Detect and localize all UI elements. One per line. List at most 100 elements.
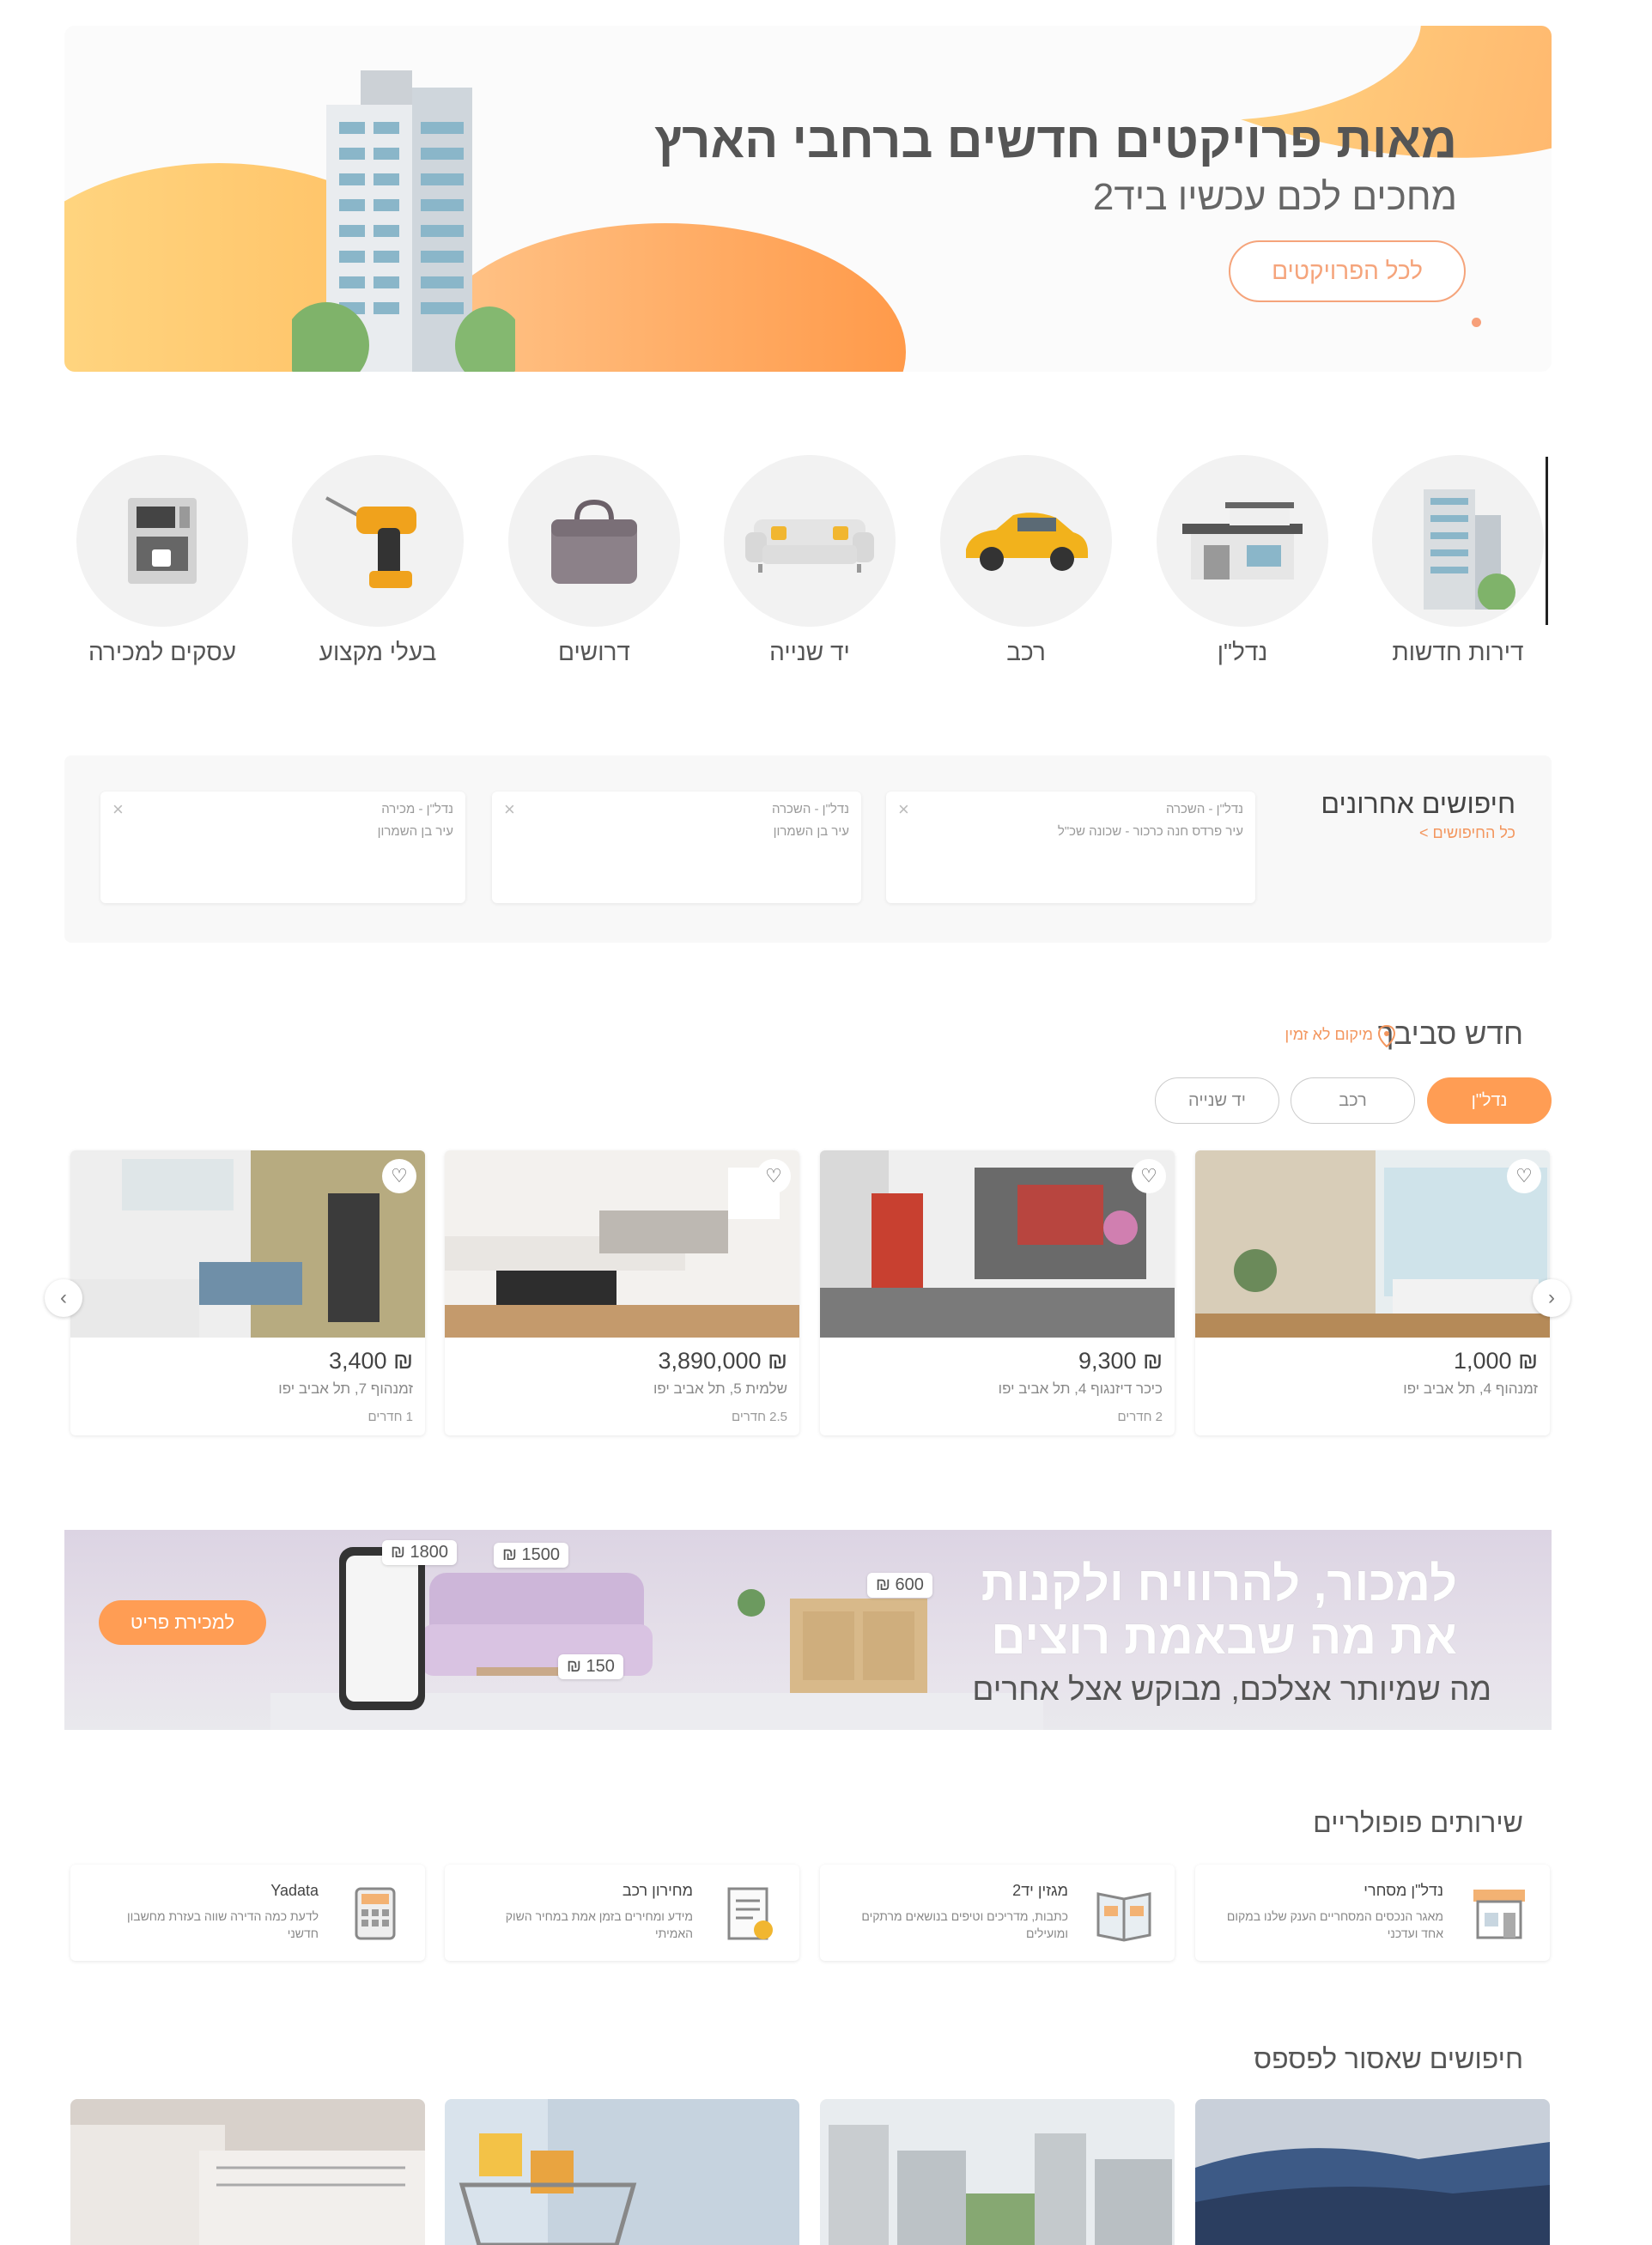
service-description: מידע ומחירים בזמן אמת במחיר השוק האמיתי [505,1909,693,1940]
search-location: עיר בן השמרון [377,824,453,839]
category-label: יד שנייה [769,639,850,665]
carousel-prev-arrow[interactable]: ‹ [45,1279,82,1317]
recent-searches-panel: חיפושים אחרונים כל החיפושים > נדל"ן - הש… [64,755,1552,943]
heart-icon[interactable]: ♡ [1507,1159,1541,1193]
service-card[interactable]: Yadata לדעת כמה הדירה שווה בעזרת מחשבון … [70,1865,425,1961]
service-title: מחירון רכב [622,1882,693,1899]
dont-miss-card[interactable] [445,2099,799,2245]
service-title: נדל"ן מסחרי [1364,1882,1443,1899]
listing-card[interactable]: ♡ ₪ 3,890,000 שלמית 5, תל אביב יפו 2.5 ח… [445,1150,799,1435]
shopping-cart-image [445,2099,799,2245]
category-label: בעלי מקצוע [319,639,437,665]
chip-second-hand[interactable]: יד שנייה [1155,1077,1279,1124]
category-cars[interactable]: רכב [940,455,1112,666]
all-searches-link[interactable]: כל החיפושים > [1419,824,1515,842]
category-business-for-sale[interactable]: עסקים למכירה [76,455,248,666]
house-icon [1157,455,1328,627]
listing-card[interactable]: ♡ ₪ 3,400 זמנהוף 7, תל אביב יפו 1 חדרים [70,1150,425,1435]
heart-icon[interactable]: ♡ [756,1159,791,1193]
service-card[interactable]: נדל"ן מסחרי מאגר הנכסים המסחריים הענק של… [1195,1865,1550,1961]
close-icon[interactable]: × [112,798,124,821]
search-category: נדל"ן - השכרה [1165,802,1243,816]
listing-rooms: 1 חדרים [367,1410,413,1424]
category-label: נדל"ן [1217,639,1268,665]
service-description: מאגר הנכסים המסחריים הענק שלנו במקום אחד… [1226,1909,1443,1940]
service-description: כתבות, מדריכים וטיפים בנושאים מרתקים ומו… [861,1909,1068,1940]
price-tag: ₪ 1800 [382,1540,458,1565]
location-pin-icon [1377,1025,1396,1047]
category-second-hand[interactable]: יד שנייה [724,455,896,666]
listing-price: ₪ 3,890,000 [658,1348,787,1374]
service-title: מגזין יד2 [1012,1882,1068,1899]
listing-address: זמנהוף 7, תל אביב יפו [278,1380,413,1397]
service-title: Yadata [270,1882,319,1899]
carousel-next-arrow[interactable]: › [1533,1279,1570,1317]
service-description: לדעת כמה הדירה שווה בעזרת מחשבון חדשני [126,1909,319,1940]
building-illustration [292,70,515,372]
recent-search-card[interactable]: נדל"ן - השכרה עיר בן השמרון × [492,792,861,903]
nearby-title: חדש סביבך [1377,1017,1523,1051]
recent-search-card[interactable]: נדל"ן - מכירה עיר בן השמרון × [100,792,465,903]
price-list-icon [727,1887,773,1940]
close-icon[interactable]: × [898,798,909,821]
newspaper-image [70,2099,425,2245]
briefcase-icon [508,455,680,627]
coffee-machine-icon [76,455,248,627]
heart-icon[interactable]: ♡ [382,1159,416,1193]
search-category: נדל"ן - השכרה [771,802,849,816]
dont-miss-card[interactable] [820,2099,1175,2245]
category-new-apartments[interactable]: דירות חדשות [1372,455,1544,666]
hero-title: מאות פרויקטים חדשים ברחבי הארץ [654,112,1457,168]
listing-image [820,1150,1175,1338]
building-icon [1372,455,1544,627]
listing-card[interactable]: ♡ ₪ 1,000 זמנהוף 4, תל אביב יפו [1195,1150,1550,1435]
category-professionals[interactable]: בעלי מקצוע [292,455,464,666]
promo-subline: מה שמיותר אצלכם, מבוקש אצל אחרים [972,1672,1491,1707]
listing-image [1195,1150,1550,1338]
search-category: נדל"ן - מכירה [381,802,453,816]
price-tag: ₪ 1500 [494,1543,569,1568]
category-scrollbar[interactable] [1546,457,1548,625]
listing-rooms: 2.5 חדרים [732,1410,787,1424]
car-icon [940,455,1112,627]
search-location: עיר בן השמרון [773,824,849,839]
hero-banner[interactable]: מאות פרויקטים חדשים ברחבי הארץ מחכים לכם… [64,26,1552,372]
hero-subtitle: מחכים לכם עכשיו ביד2 [1092,176,1457,218]
services-title: שירותים פופולריים [1313,1807,1523,1838]
category-label: עסקים למכירה [88,639,236,665]
dont-miss-title: חיפושים שאסור לפספס [1254,2043,1523,2074]
category-label: דירות חדשות [1392,639,1524,665]
price-tag: ₪ 600 [867,1573,932,1598]
location-status[interactable]: מיקום לא זמין [1285,1026,1373,1044]
all-projects-button[interactable]: לכל הפרויקטים [1229,240,1466,302]
listing-card[interactable]: ♡ ₪ 9,300 כיכר דיזנגוף 4, תל אביב יפו 2 … [820,1150,1175,1435]
service-card[interactable]: מגזין יד2 כתבות, מדריכים וטיפים בנושאים … [820,1865,1175,1961]
search-location: עיר פרדס חנה כרכור - שכונה שכ"ל [1057,824,1243,839]
listing-image [445,1150,799,1338]
listing-price: ₪ 3,400 [328,1348,413,1374]
service-card[interactable]: מחירון רכב מידע ומחירים בזמן אמת במחיר ה… [445,1865,799,1961]
dont-miss-card[interactable] [1195,2099,1550,2245]
category-jobs[interactable]: דרושים [508,455,680,666]
heart-icon[interactable]: ♡ [1132,1159,1166,1193]
close-icon[interactable]: × [504,798,515,821]
drill-icon [292,455,464,627]
listing-address: זמנהוף 4, תל אביב יפו [1403,1380,1538,1397]
sell-promo-banner[interactable]: ₪ 1800 ₪ 1500 ₪ 600 ₪ 150 למכור, להרוויח… [64,1530,1552,1730]
dont-miss-card[interactable] [70,2099,425,2245]
listing-rooms: 2 חדרים [1117,1410,1163,1424]
chip-cars[interactable]: רכב [1291,1077,1415,1124]
category-real-estate[interactable]: נדל"ן [1157,455,1328,666]
storefront-icon [1473,1890,1525,1939]
sell-item-button[interactable]: למכירת פריט [99,1600,266,1645]
chip-real-estate[interactable]: נדל"ן [1427,1077,1552,1124]
listing-price: ₪ 9,300 [1078,1348,1163,1374]
calculator-icon [355,1887,396,1940]
sofa-icon [724,455,896,627]
promo-headline-1: למכור, להרוויח ולקנות [981,1556,1457,1611]
carousel-dot[interactable] [1472,318,1481,327]
price-tag: ₪ 150 [558,1654,623,1679]
magazine-icon [1096,1892,1151,1942]
cars-image [1195,2099,1550,2245]
recent-search-card[interactable]: נדל"ן - השכרה עיר פרדס חנה כרכור - שכונה… [886,792,1255,903]
